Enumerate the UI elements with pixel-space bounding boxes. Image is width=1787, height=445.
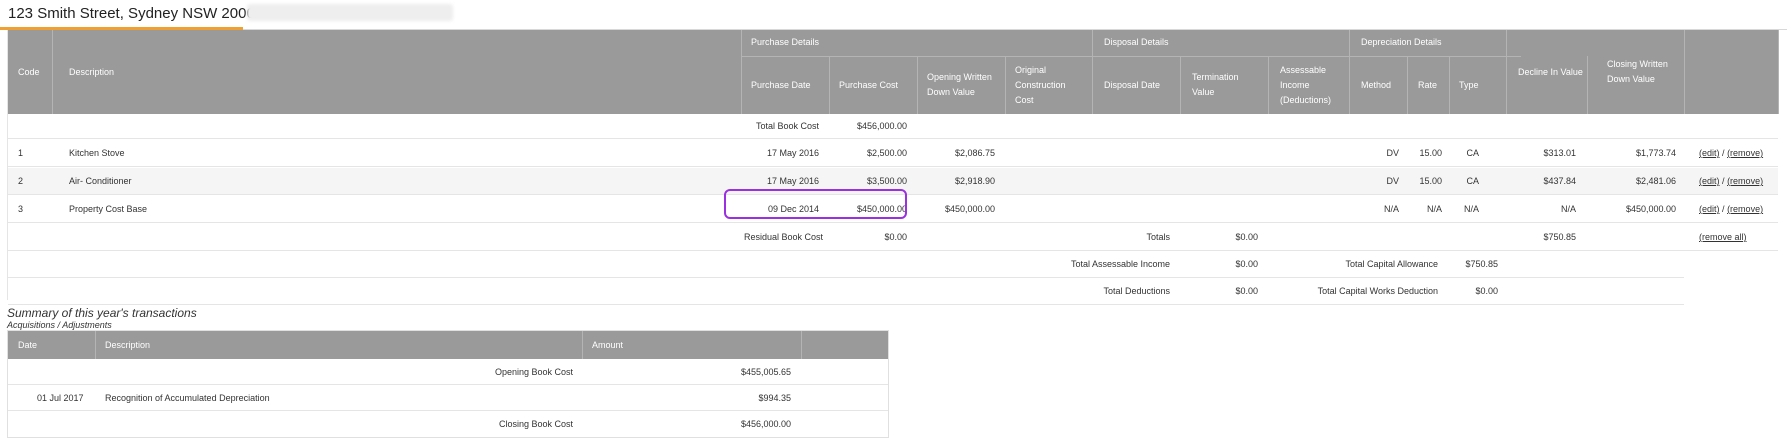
total-deductions-label: Total Deductions bbox=[1103, 286, 1170, 296]
link-separator: / bbox=[1722, 204, 1725, 214]
col-assessable-income[interactable]: Assessable Income (Deductions) bbox=[1280, 56, 1346, 114]
depreciation-table: Purchase Details Disposal Details Deprec… bbox=[7, 30, 1779, 305]
edit-link[interactable]: (edit) bbox=[1699, 148, 1720, 158]
assessable-row: Total Assessable Income $0.00 Total Capi… bbox=[8, 251, 1684, 278]
tab-bar: 123 Smith Street, Sydney NSW 2000 bbox=[0, 0, 1787, 30]
group-disposal-details: Disposal Details bbox=[1104, 37, 1169, 47]
edit-link[interactable]: (edit) bbox=[1699, 176, 1720, 186]
total-book-cost-row: Total Book Cost $456,000.00 bbox=[8, 114, 1778, 139]
summary-col-amount[interactable]: Amount bbox=[592, 331, 623, 359]
row-type: CA bbox=[1466, 176, 1479, 186]
totals-decline-in-value: $750.85 bbox=[1543, 232, 1576, 242]
residual-book-cost-label: Residual Book Cost bbox=[744, 232, 824, 242]
summary-col-date[interactable]: Date bbox=[18, 331, 37, 359]
closing-book-cost-value: $456,000.00 bbox=[740, 419, 791, 429]
row-closing-wdv: $2,481.06 bbox=[1635, 176, 1676, 186]
residual-book-cost-value: $0.00 bbox=[884, 232, 907, 242]
list-item: 01 Jul 2017 Recognition of Accumulated D… bbox=[8, 385, 888, 411]
link-separator: / bbox=[1722, 148, 1725, 158]
col-purchase-date[interactable]: Purchase Date bbox=[751, 56, 811, 114]
property-tab[interactable]: 123 Smith Street, Sydney NSW 2000 bbox=[0, 0, 255, 30]
row-decline-in-value: $437.84 bbox=[1543, 176, 1576, 186]
row-rate: N/A bbox=[1426, 204, 1442, 214]
summary-row-amount: $994.35 bbox=[758, 393, 791, 403]
row-decline-in-value: N/A bbox=[1560, 204, 1576, 214]
summary-table: Date Description Amount Opening Book Cos… bbox=[7, 330, 889, 438]
col-rate[interactable]: Rate bbox=[1418, 56, 1437, 114]
closing-book-cost-row: Closing Book Cost $456,000.00 bbox=[8, 411, 888, 437]
row-code: 2 bbox=[18, 176, 24, 186]
table-row[interactable]: 1 Kitchen Stove 17 May 2016 $2,500.00 $2… bbox=[8, 140, 1778, 167]
total-capital-allowance-label: Total Capital Allowance bbox=[1345, 259, 1438, 269]
col-description[interactable]: Description bbox=[69, 30, 114, 114]
row-opening-wdv: $2,918.90 bbox=[954, 176, 995, 186]
col-purchase-cost[interactable]: Purchase Cost bbox=[839, 56, 898, 114]
row-description: Property Cost Base bbox=[69, 204, 148, 214]
totals-row: Residual Book Cost $0.00 Totals $0.00 $7… bbox=[8, 224, 1778, 251]
row-method: N/A bbox=[1383, 204, 1399, 214]
col-disposal-date[interactable]: Disposal Date bbox=[1104, 56, 1160, 114]
opening-book-cost-label: Opening Book Cost bbox=[494, 367, 573, 377]
residual-book-cost-highlight bbox=[724, 189, 907, 219]
row-description: Air- Conditioner bbox=[69, 176, 132, 186]
total-capital-allowance-value: $750.85 bbox=[1465, 259, 1498, 269]
total-capital-works-label: Total Capital Works Deduction bbox=[1317, 286, 1438, 296]
row-method: DV bbox=[1386, 176, 1399, 186]
total-assessable-income-value: $0.00 bbox=[1235, 259, 1258, 269]
total-capital-works-value: $0.00 bbox=[1475, 286, 1498, 296]
opening-book-cost-row: Opening Book Cost $455,005.65 bbox=[8, 359, 888, 385]
total-book-cost-value: $456,000.00 bbox=[856, 121, 907, 131]
col-termination-value[interactable]: Termination Value bbox=[1192, 56, 1252, 114]
total-book-cost-label: Total Book Cost bbox=[755, 121, 819, 131]
row-closing-wdv: $1,773.74 bbox=[1635, 148, 1676, 158]
summary-subtitle: Acquisitions / Adjustments bbox=[7, 320, 112, 330]
remove-link[interactable]: (remove) bbox=[1727, 204, 1763, 214]
row-code: 1 bbox=[18, 148, 24, 158]
redacted-tab-label bbox=[247, 4, 453, 21]
group-purchase-details: Purchase Details bbox=[751, 37, 820, 47]
row-opening-wdv: $2,086.75 bbox=[954, 148, 995, 158]
summary-title: Summary of this year's transactions bbox=[7, 306, 197, 320]
summary-header: Date Description Amount bbox=[8, 331, 888, 359]
remove-link[interactable]: (remove) bbox=[1727, 148, 1763, 158]
row-method: DV bbox=[1386, 148, 1399, 158]
row-code: 3 bbox=[18, 204, 24, 214]
summary-col-description[interactable]: Description bbox=[105, 331, 150, 359]
col-original-construction-cost[interactable]: Original Construction Cost bbox=[1015, 56, 1085, 114]
col-code[interactable]: Code bbox=[18, 30, 40, 114]
group-depreciation-details: Depreciation Details bbox=[1361, 37, 1442, 47]
opening-book-cost-value: $455,005.65 bbox=[740, 367, 791, 377]
summary-row-date: 01 Jul 2017 bbox=[37, 393, 84, 403]
row-type: N/A bbox=[1463, 204, 1479, 214]
link-separator: / bbox=[1722, 176, 1725, 186]
closing-book-cost-label: Closing Book Cost bbox=[498, 419, 573, 429]
totals-label: Totals bbox=[1146, 232, 1170, 242]
deductions-row: Total Deductions $0.00 Total Capital Wor… bbox=[8, 278, 1684, 305]
table-header: Purchase Details Disposal Details Deprec… bbox=[8, 30, 1779, 114]
row-description: Kitchen Stove bbox=[69, 148, 125, 158]
row-closing-wdv: $450,000.00 bbox=[1625, 204, 1676, 214]
remove-all-link[interactable]: (remove all) bbox=[1699, 224, 1747, 251]
summary-row-description: Recognition of Accumulated Depreciation bbox=[105, 393, 270, 403]
row-rate: 15.00 bbox=[1419, 176, 1442, 186]
row-decline-in-value: $313.01 bbox=[1543, 148, 1576, 158]
totals-value: $0.00 bbox=[1235, 232, 1258, 242]
row-opening-wdv: $450,000.00 bbox=[944, 204, 995, 214]
property-tab-title: 123 Smith Street, Sydney NSW 2000 bbox=[8, 5, 255, 22]
edit-link[interactable]: (edit) bbox=[1699, 204, 1720, 214]
remove-link[interactable]: (remove) bbox=[1727, 176, 1763, 186]
col-opening-wdv[interactable]: Opening Written Down Value bbox=[927, 56, 1005, 114]
col-type[interactable]: Type bbox=[1459, 56, 1479, 114]
row-type: CA bbox=[1466, 148, 1479, 158]
total-deductions-value: $0.00 bbox=[1235, 286, 1258, 296]
row-rate: 15.00 bbox=[1419, 148, 1442, 158]
row-purchase-cost: $2,500.00 bbox=[866, 148, 907, 158]
row-purchase-date: 17 May 2016 bbox=[766, 148, 819, 158]
col-decline-in-value[interactable]: Decline In Value bbox=[1518, 30, 1583, 114]
total-assessable-income-label: Total Assessable Income bbox=[1070, 259, 1170, 269]
col-method[interactable]: Method bbox=[1361, 56, 1391, 114]
col-closing-wdv[interactable]: Closing Written Down Value bbox=[1607, 30, 1681, 114]
